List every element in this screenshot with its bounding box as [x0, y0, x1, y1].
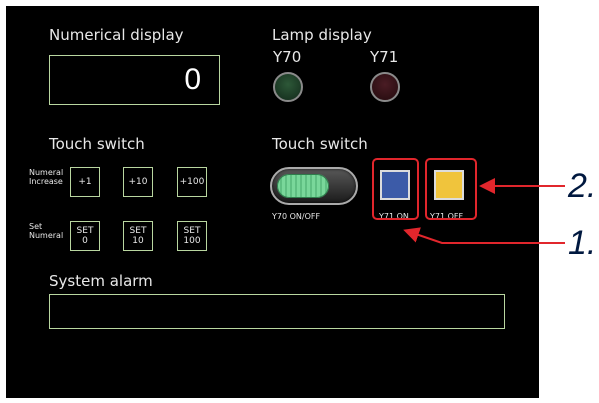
numerical-display-title: Numerical display	[49, 26, 184, 44]
lamp-y71-label: Y71	[370, 48, 399, 66]
numerical-display-box: 0	[49, 55, 220, 105]
touch-switch-right-title: Touch switch	[272, 135, 368, 153]
y71-off-button[interactable]	[434, 170, 464, 200]
system-alarm-box	[49, 294, 505, 329]
set-10-button[interactable]: SET 10	[123, 221, 153, 251]
toggle-knob	[277, 174, 329, 198]
system-alarm-title: System alarm	[49, 272, 153, 290]
lamp-display-title: Lamp display	[272, 26, 372, 44]
hmi-screen: Numerical display 0 Lamp display Y70 Y71…	[6, 6, 539, 398]
lamp-y70-indicator	[273, 72, 303, 102]
y70-toggle-label: Y70 ON/OFF	[272, 212, 321, 221]
lamp-y70-label: Y70	[273, 48, 302, 66]
plus-10-button[interactable]: +10	[123, 167, 153, 197]
plus-1-button[interactable]: +1	[70, 167, 100, 197]
y71-on-label: Y71 ON	[379, 212, 409, 221]
set-numeral-label: Set Numeral	[29, 222, 64, 240]
numerical-display-value: 0	[184, 63, 201, 96]
y71-off-label: Y71 OFF	[430, 212, 464, 221]
numeral-increase-label: Numeral Increase	[29, 168, 64, 186]
y71-on-button[interactable]	[380, 170, 410, 200]
callout-label-2: 2.	[568, 167, 597, 205]
lamp-y71-indicator	[370, 72, 400, 102]
set-0-button[interactable]: SET 0	[70, 221, 100, 251]
y70-toggle-switch[interactable]	[270, 167, 358, 205]
set-100-button[interactable]: SET 100	[177, 221, 207, 251]
plus-100-button[interactable]: +100	[177, 167, 207, 197]
touch-switch-left-title: Touch switch	[49, 135, 145, 153]
callout-label-1: 1.	[568, 224, 597, 262]
